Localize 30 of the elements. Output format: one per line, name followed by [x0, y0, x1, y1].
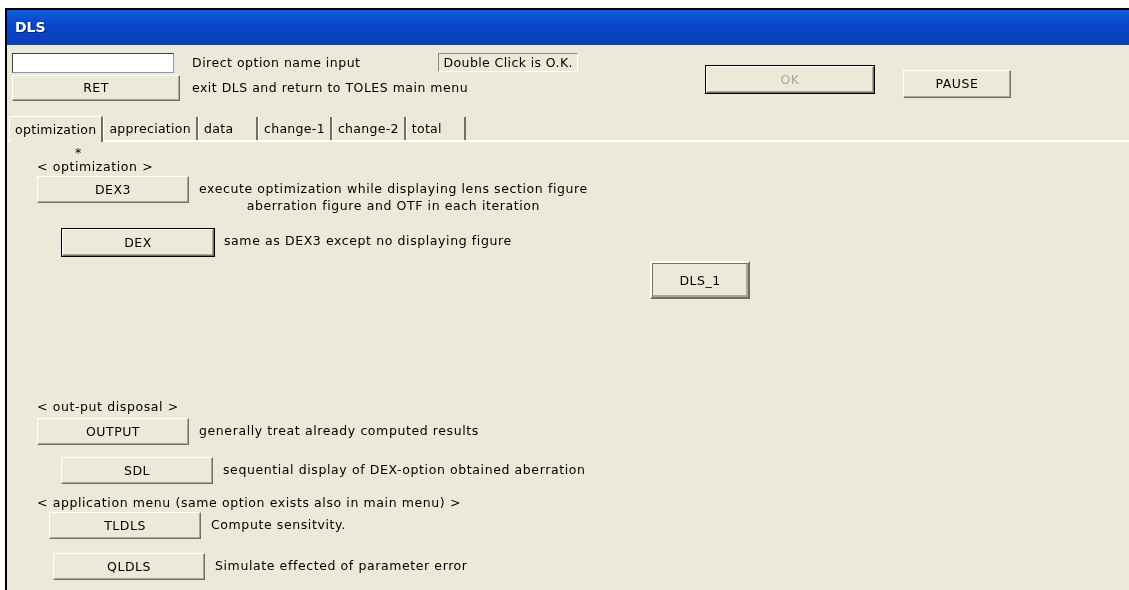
option-button[interactable]: SDL [61, 457, 213, 484]
section-heading: < optimization > [37, 158, 155, 176]
tab[interactable]: change-1 [258, 117, 332, 140]
section-heading: < application menu (same option exists also in main menu) > [37, 494, 462, 512]
ret-button[interactable]: RET [12, 74, 180, 101]
option-name-input[interactable] [12, 52, 174, 73]
tab[interactable]: total [405, 117, 466, 140]
option-description: same as DEX3 except no displaying figure [224, 232, 512, 249]
ret-description: exit DLS and return to TOLES main menu [192, 80, 469, 96]
option-button[interactable]: TLDLS [49, 512, 201, 539]
asterisk-mark: * [75, 148, 83, 158]
option-description: generally treat already computed results [199, 422, 479, 439]
tab[interactable]: data [198, 117, 258, 140]
tab[interactable]: change-2 [331, 117, 406, 140]
option-description: sequential display of DEX-option obtained aberration [223, 461, 586, 478]
dls-1-button[interactable]: DLS_1 [650, 261, 750, 299]
option-button[interactable]: QLDLS [53, 553, 205, 580]
option-description: execute optimization while displaying lens section figure aberration figure and OTF in each iteration [199, 180, 588, 214]
option-button[interactable]: OUTPUT [37, 418, 189, 445]
option-button[interactable]: DEX [62, 229, 214, 256]
option-description: Compute sensitvity. [211, 516, 346, 533]
section-heading: < out-put disposal > [37, 398, 180, 416]
tab[interactable]: appreciation [103, 117, 198, 140]
window-title: DLS [15, 19, 46, 36]
tab[interactable]: optimization [9, 116, 104, 142]
option-description: Simulate effected of parameter error [215, 557, 468, 574]
pause-button[interactable]: PAUSE [902, 69, 1011, 98]
option-button[interactable]: DEX3 [37, 176, 189, 203]
input-label: Direct option name input [192, 55, 361, 71]
hint-label: Double Click is O.K. [438, 53, 578, 73]
